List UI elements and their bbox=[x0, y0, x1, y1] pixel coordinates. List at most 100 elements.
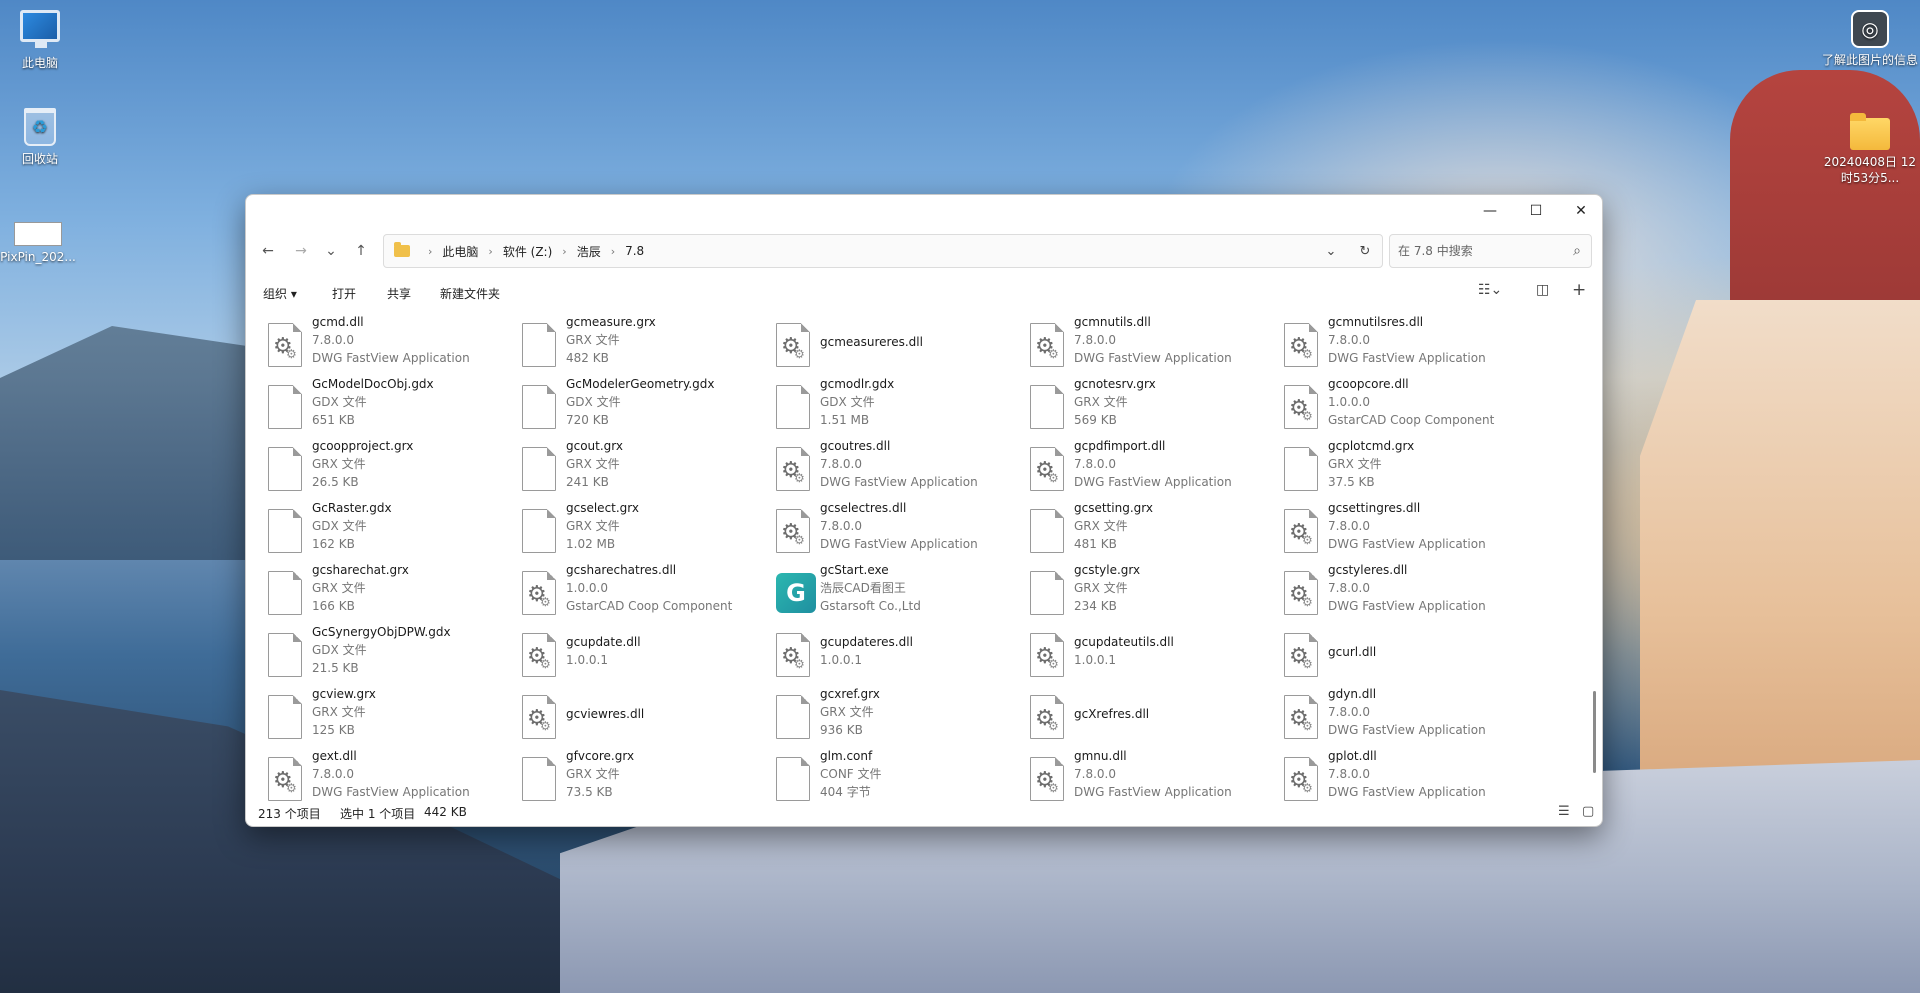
file-item[interactable]: GcRaster.gdx GDX 文件 162 KB bbox=[266, 499, 520, 561]
file-size-or-description: 37.5 KB bbox=[1328, 475, 1375, 489]
desktop-icon-pixpin[interactable]: PixPin_202... bbox=[0, 222, 76, 264]
new-folder-button[interactable]: 新建文件夹 bbox=[440, 285, 500, 302]
open-button[interactable]: 打开 bbox=[332, 285, 356, 302]
forward-button[interactable]: → bbox=[289, 239, 313, 263]
file-details: gcout.grx GRX 文件 241 KB bbox=[566, 437, 771, 491]
file-item[interactable]: gcnotesrv.grx GRX 文件 569 KB bbox=[1028, 375, 1282, 437]
file-item[interactable]: ⚙ ⚙ gmnu.dll 7.8.0.0 DWG FastView Applicatio… bbox=[1028, 747, 1282, 801]
file-item[interactable]: ⚙ ⚙ gcoopcore.dll 1.0.0.0 GstarCAD Coop Comp… bbox=[1282, 375, 1536, 437]
refresh-icon[interactable]: ↻ bbox=[1348, 244, 1382, 259]
file-name: gcsharechat.grx bbox=[312, 563, 409, 577]
file-name: gcupdateutils.dll bbox=[1074, 635, 1174, 649]
address-bar[interactable]: › 此电脑 › 软件 (Z:) › 浩辰 › 7.8 ⌄ ↻ bbox=[383, 234, 1383, 268]
file-details: gcsharechatres.dll 1.0.0.0 GstarCAD Coop C… bbox=[566, 561, 771, 615]
file-item[interactable]: gcmodlr.gdx GDX 文件 1.51 MB bbox=[774, 375, 1028, 437]
breadcrumb-item[interactable]: 软件 (Z:) bbox=[503, 243, 552, 260]
desktop-icon-this-pc[interactable]: 此电脑 bbox=[2, 10, 78, 71]
preview-pane-icon[interactable]: ◫ bbox=[1536, 282, 1549, 298]
file-item[interactable]: ⚙ ⚙ gcupdateres.dll 1.0.0.1 bbox=[774, 623, 1028, 685]
file-item[interactable]: gcselect.grx GRX 文件 1.02 MB bbox=[520, 499, 774, 561]
organize-button[interactable]: 组织 ▾ bbox=[263, 285, 297, 302]
maximize-button[interactable]: ☐ bbox=[1513, 195, 1559, 227]
back-button[interactable]: ← bbox=[256, 239, 280, 263]
file-item[interactable]: ⚙ ⚙ gcsettingres.dll 7.8.0.0 DWG FastView Ap… bbox=[1282, 499, 1536, 561]
file-item[interactable]: gfvcore.grx GRX 文件 73.5 KB bbox=[520, 747, 774, 801]
file-item[interactable]: GcSynergyObjDPW.gdx GDX 文件 21.5 KB bbox=[266, 623, 520, 685]
file-type-or-version: GRX 文件 bbox=[820, 705, 874, 719]
file-type-or-version: 7.8.0.0 bbox=[820, 457, 862, 471]
file-item[interactable]: ⚙ ⚙ gcsharechatres.dll 1.0.0.0 GstarCAD Coop… bbox=[520, 561, 774, 623]
file-item[interactable]: ⚙ ⚙ gcstyleres.dll 7.8.0.0 DWG FastView Appl… bbox=[1282, 561, 1536, 623]
file-item[interactable]: gcmeasure.grx GRX 文件 482 KB bbox=[520, 313, 774, 375]
file-item[interactable]: ⚙ ⚙ gcmd.dll 7.8.0.0 DWG FastView Applicatio… bbox=[266, 313, 520, 375]
file-item[interactable]: GgcStart.exe 浩辰CAD看图王 Gstarsoft Co.,Ltd bbox=[774, 561, 1028, 623]
gear-icon: ⚙ bbox=[1048, 719, 1059, 733]
share-button[interactable]: 共享 bbox=[387, 285, 411, 302]
file-details: gcplotcmd.grx GRX 文件 37.5 KB bbox=[1328, 437, 1533, 491]
dll-gear-icon: ⚙ ⚙ bbox=[1030, 633, 1064, 677]
dll-gear-icon: ⚙ ⚙ bbox=[522, 571, 556, 615]
file-type-or-version: GRX 文件 bbox=[566, 457, 620, 471]
file-item[interactable]: GcModelDocObj.gdx GDX 文件 651 KB bbox=[266, 375, 520, 437]
tiles-view-icon[interactable]: ▢ bbox=[1582, 804, 1594, 819]
file-name: gcout.grx bbox=[566, 439, 624, 453]
dll-gear-icon: ⚙ ⚙ bbox=[1030, 323, 1064, 367]
breadcrumb-item[interactable]: 7.8 bbox=[625, 244, 644, 258]
file-item[interactable]: ⚙ ⚙ gext.dll 7.8.0.0 DWG FastView Applicatio… bbox=[266, 747, 520, 801]
file-type-or-version: GRX 文件 bbox=[312, 581, 366, 595]
desktop-icon-folder[interactable]: 20240408日 12时53分5... bbox=[1822, 113, 1918, 186]
chevron-right-icon: › bbox=[428, 244, 433, 258]
file-item[interactable]: GcModelerGeometry.gdx GDX 文件 720 KB bbox=[520, 375, 774, 437]
gear-icon: ⚙ bbox=[1302, 347, 1313, 361]
file-size-or-description: 26.5 KB bbox=[312, 475, 359, 489]
selected-size: 442 KB bbox=[424, 805, 467, 819]
recent-locations-button[interactable]: ⌄ bbox=[319, 239, 343, 263]
dll-gear-icon: ⚙ ⚙ bbox=[268, 323, 302, 367]
file-icon bbox=[776, 695, 810, 739]
file-item[interactable]: ⚙ ⚙ gcmnutilsres.dll 7.8.0.0 DWG FastView Ap… bbox=[1282, 313, 1536, 375]
file-item[interactable]: ⚙ ⚙ gcupdate.dll 1.0.0.1 bbox=[520, 623, 774, 685]
file-item[interactable]: ⚙ ⚙ gcupdateutils.dll 1.0.0.1 bbox=[1028, 623, 1282, 685]
file-type-or-version: 7.8.0.0 bbox=[1328, 767, 1370, 781]
file-item[interactable]: gcsetting.grx GRX 文件 481 KB bbox=[1028, 499, 1282, 561]
file-item[interactable]: gcsharechat.grx GRX 文件 166 KB bbox=[266, 561, 520, 623]
file-item[interactable]: gcout.grx GRX 文件 241 KB bbox=[520, 437, 774, 499]
file-item[interactable]: glm.conf CONF 文件 404 字节 bbox=[774, 747, 1028, 801]
desktop-icon-recycle-bin[interactable]: ♻ 回收站 bbox=[2, 108, 78, 167]
details-view-icon[interactable]: ☰ bbox=[1558, 804, 1570, 819]
breadcrumb-item[interactable]: 此电脑 bbox=[442, 243, 478, 260]
file-size-or-description: DWG FastView Application bbox=[312, 785, 470, 799]
file-item[interactable]: ⚙ ⚙ gdyn.dll 7.8.0.0 DWG FastView Applicatio… bbox=[1282, 685, 1536, 747]
add-icon[interactable]: + bbox=[1572, 280, 1586, 300]
minimize-button[interactable]: — bbox=[1467, 195, 1513, 227]
file-item[interactable]: ⚙ ⚙ gcpdfimport.dll 7.8.0.0 DWG FastView App… bbox=[1028, 437, 1282, 499]
desktop-icon-learn-about-picture[interactable]: ◎ 了解此图片的信息 bbox=[1822, 10, 1918, 68]
file-item[interactable]: ⚙ ⚙ gcviewres.dll bbox=[520, 685, 774, 747]
file-size-or-description: 720 KB bbox=[566, 413, 609, 427]
file-item[interactable]: ⚙ ⚙ gcoutres.dll 7.8.0.0 DWG FastView Applic… bbox=[774, 437, 1028, 499]
close-button[interactable]: ✕ bbox=[1558, 195, 1602, 227]
breadcrumb-item[interactable]: 浩辰 bbox=[577, 243, 601, 260]
file-item[interactable]: gcxref.grx GRX 文件 936 KB bbox=[774, 685, 1028, 747]
view-layout-icon[interactable]: ☷⌄ bbox=[1478, 282, 1502, 298]
file-item[interactable]: gcoopproject.grx GRX 文件 26.5 KB bbox=[266, 437, 520, 499]
item-count: 213 个项目 bbox=[258, 807, 321, 821]
search-input[interactable]: 在 7.8 中搜索 ⌕ bbox=[1389, 234, 1592, 268]
file-details: gcsharechat.grx GRX 文件 166 KB bbox=[312, 561, 517, 615]
file-item[interactable]: ⚙ ⚙ gcurl.dll bbox=[1282, 623, 1536, 685]
chevron-down-icon[interactable]: ⌄ bbox=[1314, 244, 1348, 259]
file-item[interactable]: gcstyle.grx GRX 文件 234 KB bbox=[1028, 561, 1282, 623]
file-grid: ⚙ ⚙ gcmd.dll 7.8.0.0 DWG FastView Applicatio… bbox=[266, 313, 1556, 801]
selected-count: 选中 1 个项目 bbox=[340, 807, 416, 821]
file-type-or-version: 7.8.0.0 bbox=[1074, 767, 1116, 781]
file-item[interactable]: ⚙ ⚙ gplot.dll 7.8.0.0 DWG FastView Applicati… bbox=[1282, 747, 1536, 801]
up-button[interactable]: ↑ bbox=[349, 239, 373, 263]
file-item[interactable]: gcplotcmd.grx GRX 文件 37.5 KB bbox=[1282, 437, 1536, 499]
gear-icon: ⚙ bbox=[1048, 657, 1059, 671]
vertical-scrollbar[interactable] bbox=[1593, 691, 1596, 773]
file-item[interactable]: ⚙ ⚙ gcXrefres.dll bbox=[1028, 685, 1282, 747]
file-item[interactable]: ⚙ ⚙ gcselectres.dll 7.8.0.0 DWG FastView App… bbox=[774, 499, 1028, 561]
file-item[interactable]: ⚙ ⚙ gcmeasureres.dll bbox=[774, 313, 1028, 375]
file-item[interactable]: ⚙ ⚙ gcmnutils.dll 7.8.0.0 DWG FastView Appli… bbox=[1028, 313, 1282, 375]
file-item[interactable]: gcview.grx GRX 文件 125 KB bbox=[266, 685, 520, 747]
